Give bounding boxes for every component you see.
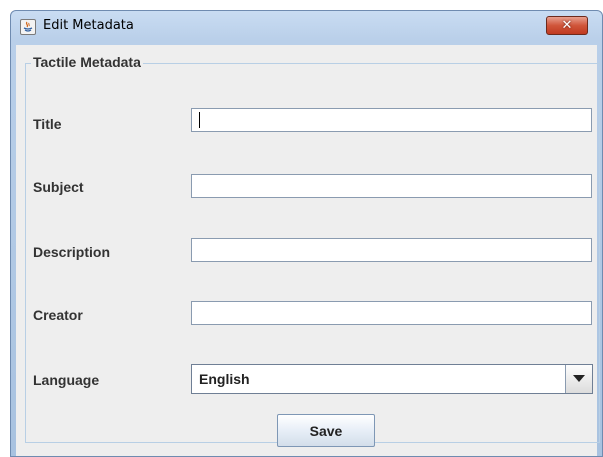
java-icon (20, 19, 36, 35)
dialog-content: Tactile Metadata Title Subject Descripti… (16, 45, 600, 456)
creator-label: Creator (33, 307, 83, 323)
chevron-down-icon (573, 375, 585, 382)
language-select[interactable]: English (191, 364, 593, 394)
edit-metadata-window: Edit Metadata ✕ Tactile Metadata Title S… (10, 10, 603, 457)
description-input[interactable] (191, 238, 592, 262)
title-bar[interactable]: Edit Metadata ✕ (11, 11, 602, 41)
title-label: Title (33, 116, 62, 132)
language-label: Language (33, 372, 100, 388)
subject-input[interactable] (191, 174, 592, 198)
description-label: Description (33, 244, 111, 260)
creator-input[interactable] (191, 301, 592, 325)
window-title: Edit Metadata (43, 18, 134, 33)
fieldset-legend: Tactile Metadata (31, 54, 143, 70)
close-button[interactable]: ✕ (546, 16, 588, 35)
language-selected-value: English (199, 371, 250, 387)
close-icon: ✕ (561, 18, 573, 33)
save-button[interactable]: Save (277, 414, 375, 447)
subject-label: Subject (33, 179, 84, 195)
text-caret (199, 112, 200, 128)
title-input[interactable] (191, 108, 592, 132)
dropdown-button[interactable] (565, 365, 592, 393)
